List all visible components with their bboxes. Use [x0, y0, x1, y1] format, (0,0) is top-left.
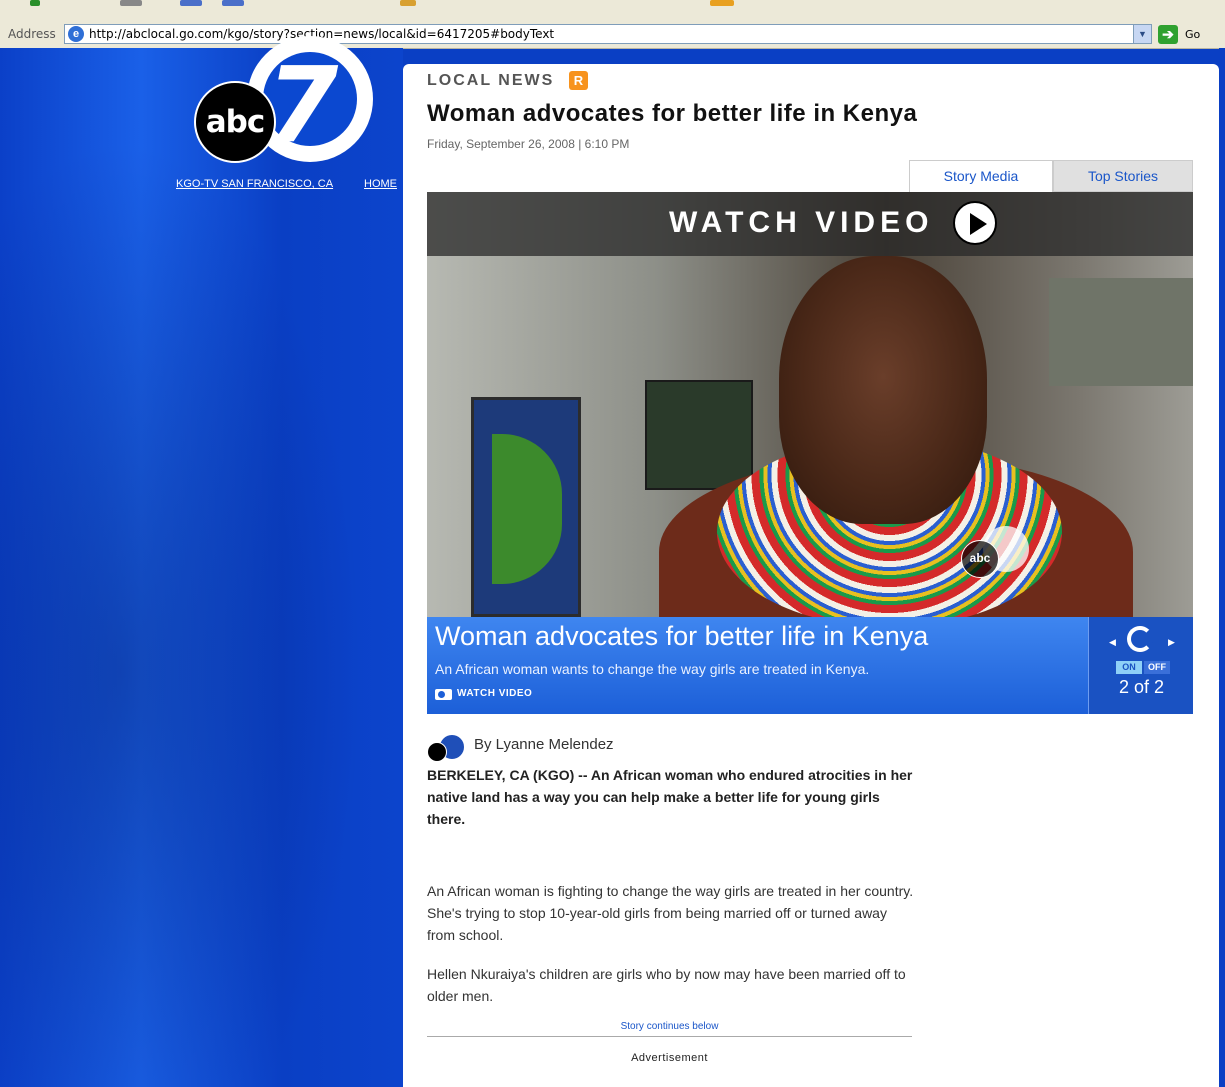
- story-panel: LOCAL NEWS R Woman advocates for better …: [403, 64, 1219, 1087]
- abc7-logo[interactable]: 7 abc: [192, 36, 382, 168]
- wall-painting: [1049, 278, 1193, 386]
- autoplay-on-button[interactable]: ON: [1116, 661, 1142, 674]
- toolbar-icon[interactable]: [180, 0, 202, 6]
- address-bar: Address e http://abclocal.go.com/kgo/sto…: [0, 22, 1225, 49]
- home-link[interactable]: HOME: [364, 178, 397, 190]
- woman-face: [779, 256, 987, 524]
- address-input[interactable]: e http://abclocal.go.com/kgo/story?secti…: [64, 24, 1152, 44]
- sidebar-shade: [0, 48, 403, 1087]
- toolbar-icon[interactable]: [120, 0, 142, 6]
- page-icon: e: [68, 26, 84, 42]
- watch-video-label[interactable]: WATCH VIDEO: [457, 688, 532, 699]
- rss-icon[interactable]: R: [569, 71, 588, 90]
- logo-abc-text: abc: [205, 104, 266, 140]
- go-arrow-icon[interactable]: ➔: [1158, 25, 1178, 44]
- toolbar-strip: [0, 0, 1225, 22]
- story-paragraph: An African woman is fighting to change t…: [427, 883, 914, 943]
- autoplay-off-button[interactable]: OFF: [1144, 661, 1170, 674]
- story-paragraph: Hellen Nkuraiya's children are girls who…: [427, 966, 906, 1004]
- section-label[interactable]: LOCAL NEWS: [427, 72, 554, 90]
- chevron-down-icon[interactable]: ▼: [1133, 25, 1151, 43]
- prev-arrow-icon[interactable]: ◀: [1109, 637, 1116, 648]
- toolbar-icon[interactable]: [710, 0, 734, 6]
- toolbar-icon[interactable]: [400, 0, 416, 6]
- video-player[interactable]: WATCH VIDEO abc: [427, 192, 1193, 617]
- byline-author: By Lyanne Melendez: [474, 736, 614, 753]
- story-continues-link[interactable]: Story continues below: [427, 1021, 912, 1032]
- watch-video-title[interactable]: WATCH VIDEO: [669, 206, 933, 240]
- loading-spinner-icon: [1127, 626, 1153, 652]
- play-icon[interactable]: [953, 201, 997, 245]
- page-title: Woman advocates for better life in Kenya: [427, 100, 918, 127]
- wall-painting: [645, 380, 753, 490]
- go-label[interactable]: Go: [1185, 28, 1200, 41]
- dateline: Friday, September 26, 2008 | 6:10 PM: [427, 137, 630, 151]
- story-lede: BERKELEY, CA (KGO) -- An African woman w…: [427, 767, 913, 827]
- logo-abc-circle: abc: [194, 81, 276, 163]
- watermark-abc: abc: [961, 540, 999, 578]
- tab-top-stories[interactable]: Top Stories: [1053, 160, 1193, 192]
- abc7-watermark-icon: abc: [961, 526, 1033, 578]
- media-caption: Woman advocates for better life in Kenya…: [427, 617, 1193, 714]
- wall-painting: [471, 397, 581, 617]
- advertisement-label: Advertisement: [631, 1052, 708, 1064]
- caption-title[interactable]: Woman advocates for better life in Kenya: [435, 621, 928, 652]
- video-camera-icon: [435, 689, 452, 700]
- logo-seven-number: 7: [266, 44, 339, 166]
- next-arrow-icon[interactable]: ▶: [1168, 637, 1175, 648]
- watch-video-banner[interactable]: WATCH VIDEO: [427, 192, 1193, 256]
- divider: [427, 1036, 912, 1037]
- toolbar-icon[interactable]: [30, 0, 40, 6]
- media-count: 2 of 2: [1118, 677, 1165, 697]
- media-navigation: ◀ ▶ ON OFF 2 of 2: [1088, 617, 1193, 714]
- tab-story-media[interactable]: Story Media: [909, 160, 1053, 192]
- station-link[interactable]: KGO-TV SAN FRANCISCO, CA: [176, 178, 333, 190]
- go-button[interactable]: ➔ Go: [1158, 25, 1218, 45]
- abc7-small-icon: [427, 734, 465, 762]
- toolbar-icon[interactable]: [222, 0, 244, 6]
- page-edge: [1219, 48, 1225, 1087]
- caption-subtitle: An African woman wants to change the way…: [435, 661, 870, 677]
- address-label: Address: [8, 27, 56, 41]
